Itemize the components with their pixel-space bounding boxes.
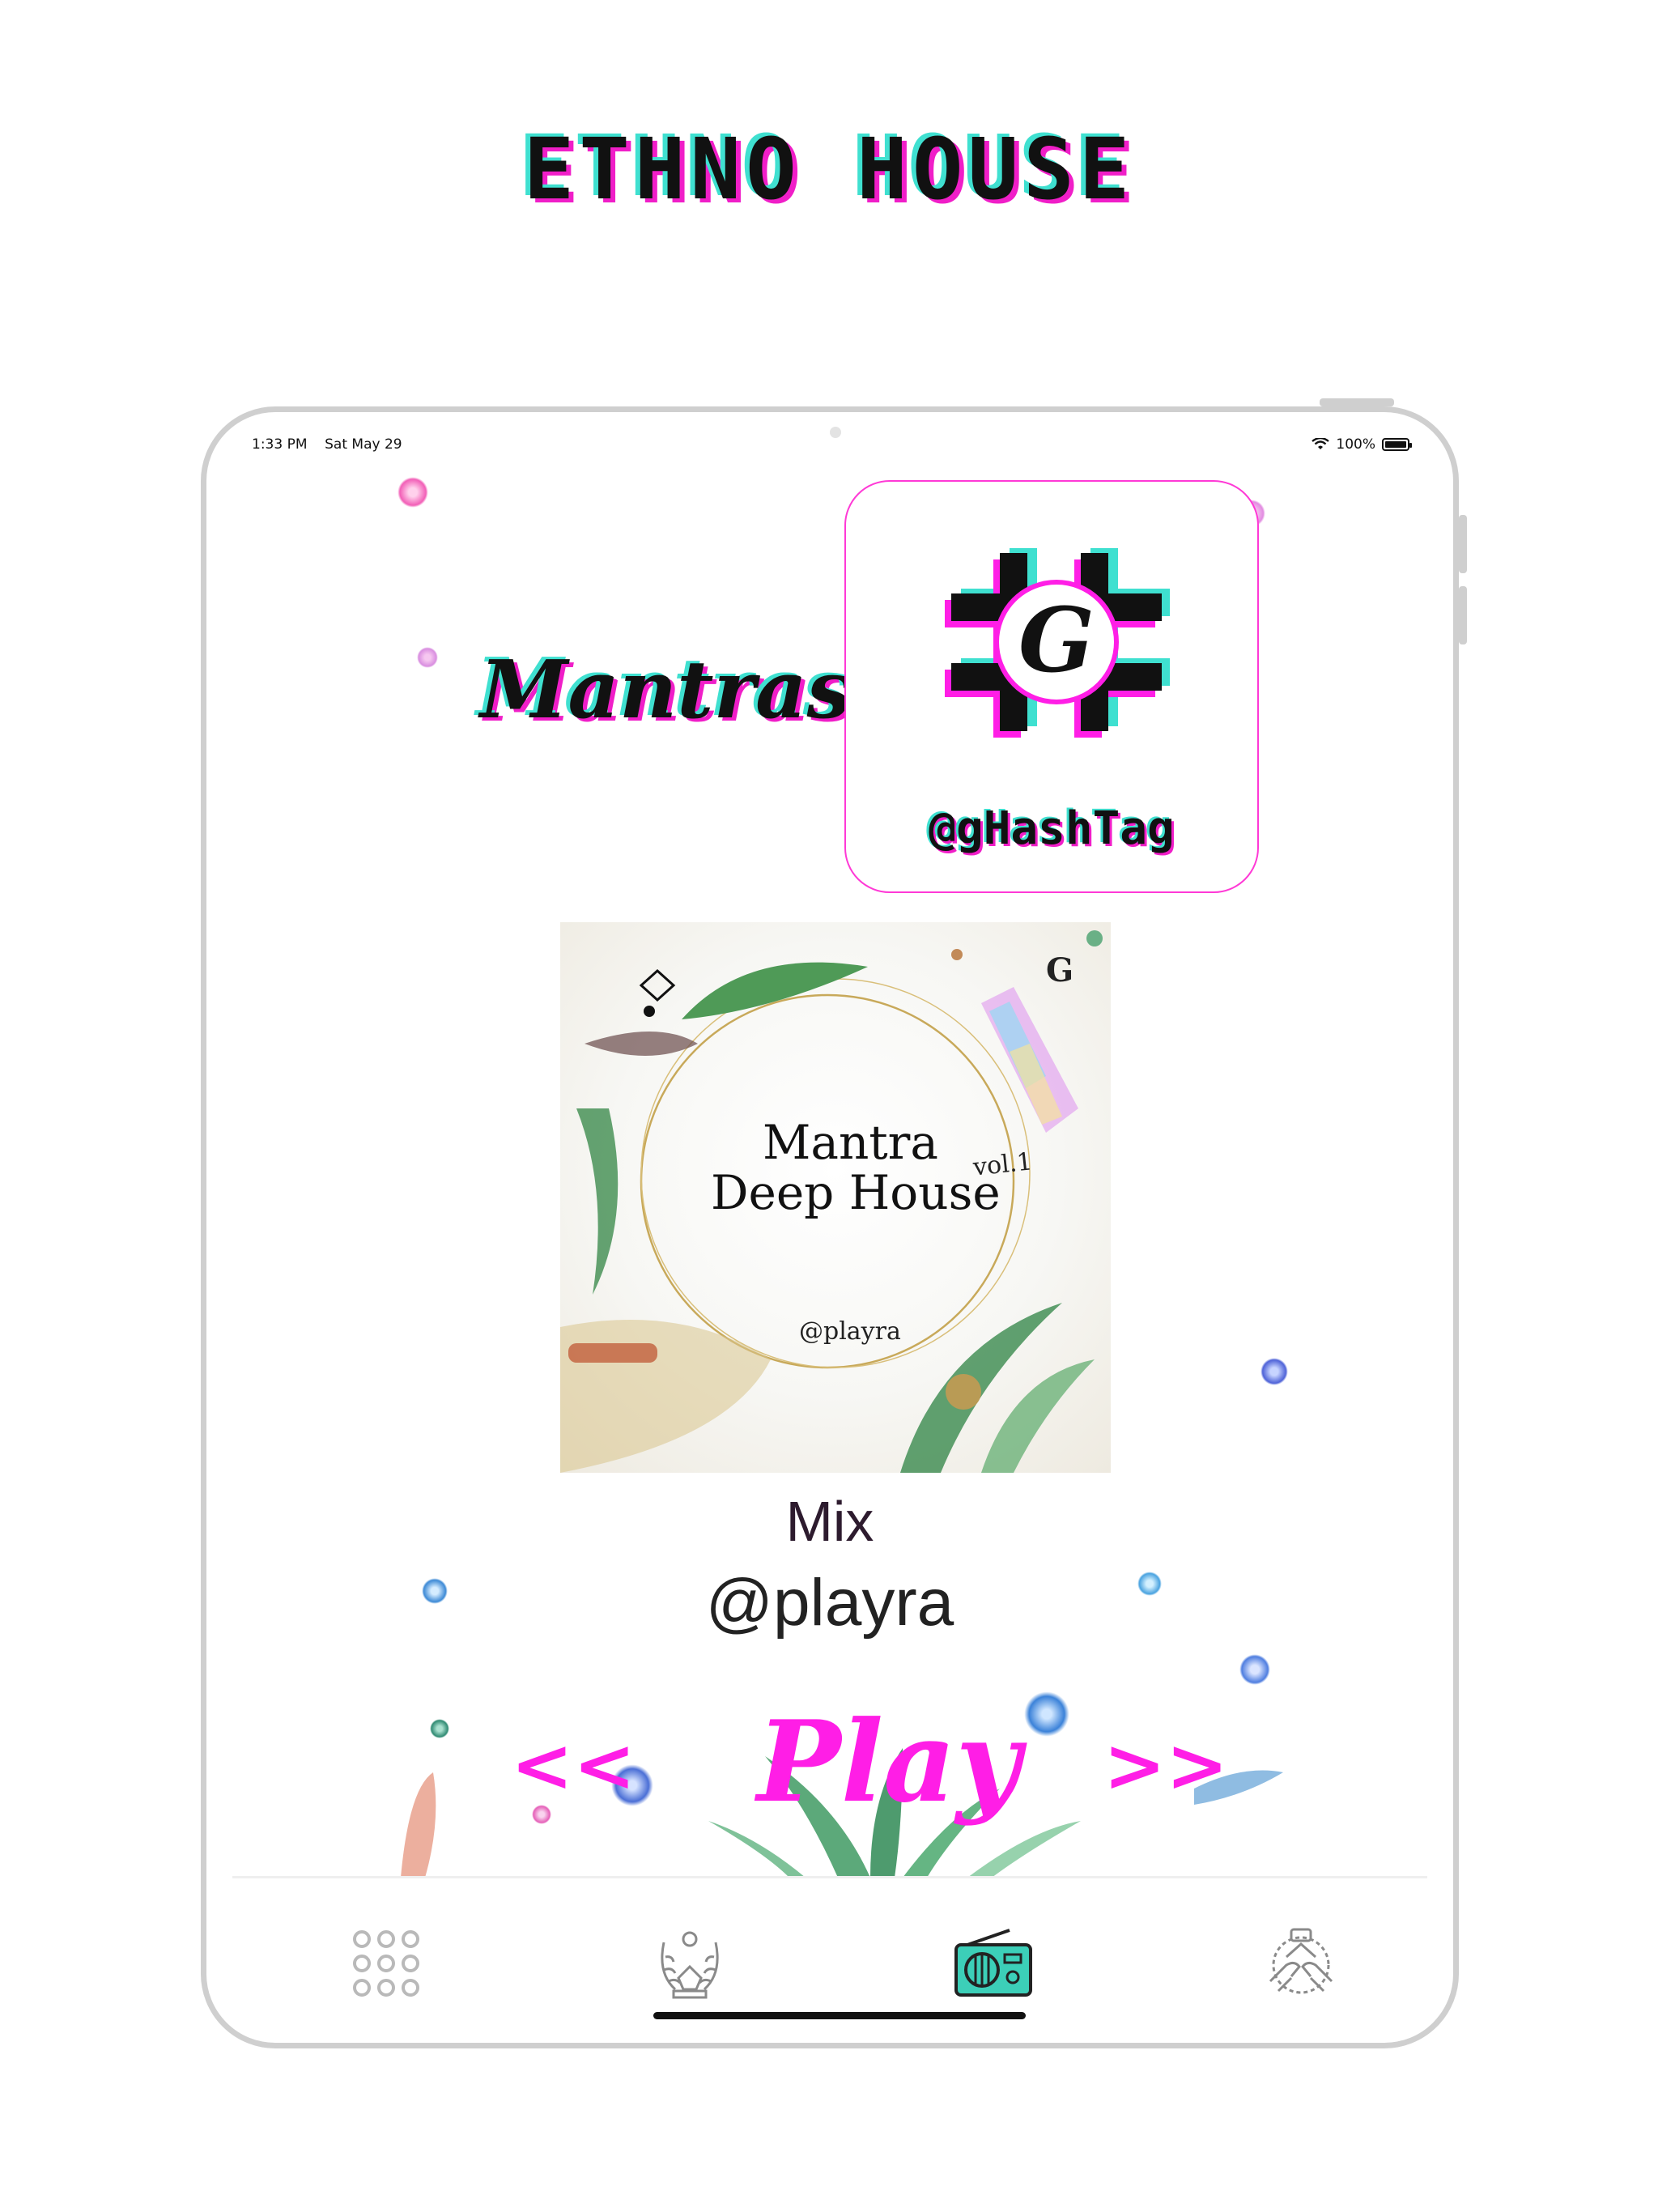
status-time: 1:33 PM	[252, 436, 308, 453]
laurel-icon	[661, 1931, 719, 1999]
tab-awards[interactable]	[641, 1919, 738, 2008]
album-artist: @playra	[799, 1317, 901, 1346]
status-bar-time: 1:33 PM Sat May 29	[252, 436, 402, 453]
album-title-line1: Mantra	[763, 1115, 938, 1170]
logo-handle: @gHashTag	[929, 802, 1175, 855]
album-title-line2: Deep House	[711, 1165, 1001, 1220]
ipad-frame: 1:33 PM Sat May 29 100% Mantras G @gHash…	[201, 406, 1459, 2048]
tab-grid[interactable]	[338, 1919, 435, 2008]
front-camera	[830, 427, 841, 438]
play-button[interactable]: Play	[757, 1695, 1021, 1827]
mix-artist: @playra	[705, 1566, 954, 1640]
grid-icon	[353, 1930, 419, 1997]
brand-logo-card[interactable]: G @gHashTag	[844, 480, 1259, 893]
radio-icon	[954, 1929, 1032, 1997]
flower-decoration	[417, 647, 438, 668]
device-top-button	[1320, 398, 1394, 406]
hashtag-logo-icon: G	[945, 548, 1170, 738]
device-volume-down-button	[1459, 586, 1467, 644]
tab-community[interactable]	[1252, 1919, 1350, 2008]
flower-decoration	[397, 477, 428, 508]
battery-icon	[1382, 438, 1412, 451]
device-volume-up-button	[1459, 515, 1467, 573]
logo-letter: G	[1018, 588, 1095, 692]
album-cover[interactable]: G Mantra Deep House vol.1 @playra	[560, 922, 1111, 1473]
playback-controls: << Play >>	[206, 1695, 1453, 1827]
flower-decoration	[1261, 1358, 1288, 1385]
status-bar-right: 100%	[1312, 436, 1412, 453]
flower-decoration	[1239, 1654, 1270, 1685]
page-headline: ETHNO HOUSE	[523, 120, 1135, 219]
next-button[interactable]: >>	[1103, 1721, 1228, 1809]
battery-percent: 100%	[1336, 436, 1375, 453]
section-title: Mantras	[480, 644, 852, 737]
mix-label: Mix	[785, 1490, 874, 1553]
status-date: Sat May 29	[325, 436, 402, 453]
home-indicator[interactable]	[653, 2012, 1026, 2019]
tab-radio[interactable]	[945, 1919, 1042, 2008]
wifi-icon	[1312, 438, 1330, 449]
hands-icon	[1269, 1928, 1333, 1994]
previous-button[interactable]: <<	[511, 1721, 636, 1809]
album-corner-mark: G	[1046, 951, 1074, 989]
